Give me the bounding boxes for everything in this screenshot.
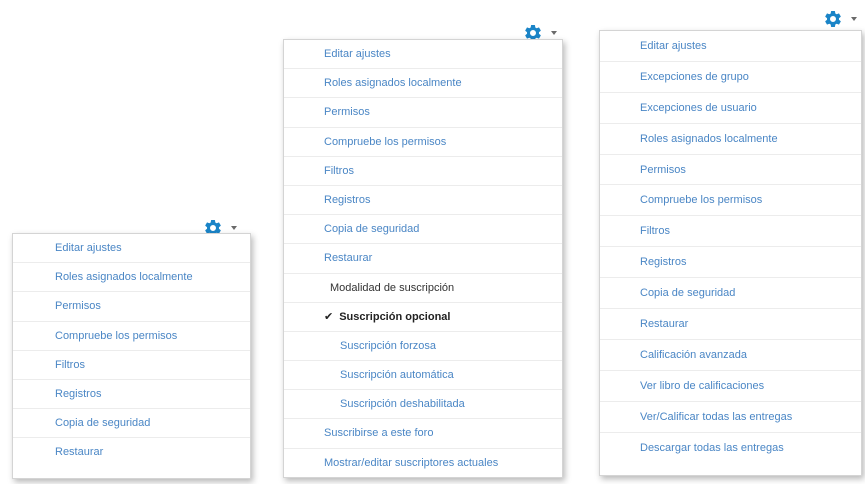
menu-item-restore[interactable]: Restaurar bbox=[284, 244, 562, 274]
gear-icon bbox=[825, 10, 841, 27]
settings-gear-toggle-right[interactable] bbox=[823, 9, 857, 29]
menu-item-backup[interactable]: Copia de seguridad bbox=[600, 278, 861, 310]
menu-item-check-permissions[interactable]: Compruebe los permisos bbox=[13, 322, 250, 351]
menu-item-subscription-forced[interactable]: Suscripción forzosa bbox=[284, 332, 562, 362]
menu-item-local-roles[interactable]: Roles asignados localmente bbox=[600, 124, 861, 155]
caret-down-icon bbox=[851, 17, 857, 21]
menu-item-filters[interactable]: Filtros bbox=[284, 157, 562, 186]
menu-item-edit-settings[interactable]: Editar ajustes bbox=[600, 31, 861, 62]
menu-item-check-permissions[interactable]: Compruebe los permisos bbox=[600, 185, 861, 217]
menu-item-subscribe-forum[interactable]: Suscribirse a este foro bbox=[284, 419, 562, 449]
menu-item-edit-settings[interactable]: Editar ajustes bbox=[13, 234, 250, 264]
menu-item-edit-settings[interactable]: Editar ajustes bbox=[284, 40, 562, 70]
menu-item-download-all-submissions[interactable]: Descargar todas las entregas bbox=[600, 433, 861, 464]
menu-item-logs[interactable]: Registros bbox=[284, 186, 562, 216]
settings-menu-right: Editar ajustes Excepciones de grupo Exce… bbox=[599, 30, 862, 476]
menu-item-subscription-optional[interactable]: ✔ Suscripción opcional bbox=[284, 303, 562, 332]
menu-item-group-overrides[interactable]: Excepciones de grupo bbox=[600, 62, 861, 93]
menu-item-local-roles[interactable]: Roles asignados localmente bbox=[284, 69, 562, 99]
caret-down-icon bbox=[231, 226, 237, 230]
menu-item-subscription-auto[interactable]: Suscripción automática bbox=[284, 361, 562, 391]
menu-item-restore[interactable]: Restaurar bbox=[600, 309, 861, 340]
menu-item-backup[interactable]: Copia de seguridad bbox=[13, 409, 250, 439]
caret-down-icon bbox=[551, 31, 557, 35]
checkmark-icon: ✔ bbox=[324, 310, 334, 323]
menu-item-subscription-disabled[interactable]: Suscripción deshabilitada bbox=[284, 390, 562, 420]
menu-item-local-roles[interactable]: Roles asignados localmente bbox=[13, 263, 250, 293]
menu-item-logs[interactable]: Registros bbox=[13, 380, 250, 410]
menu-item-show-subscribers[interactable]: Mostrar/editar suscriptores actuales bbox=[284, 449, 562, 478]
menu-item-logs[interactable]: Registros bbox=[600, 247, 861, 279]
menu-item-permissions[interactable]: Permisos bbox=[13, 292, 250, 322]
menu-item-filters[interactable]: Filtros bbox=[600, 216, 861, 248]
menu-item-grade-all-submissions[interactable]: Ver/Calificar todas las entregas bbox=[600, 402, 861, 433]
subscription-mode-heading: Modalidad de suscripción bbox=[284, 274, 562, 303]
menu-item-permissions[interactable]: Permisos bbox=[284, 98, 562, 128]
menu-item-backup[interactable]: Copia de seguridad bbox=[284, 215, 562, 245]
menu-item-advanced-grading[interactable]: Calificación avanzada bbox=[600, 340, 861, 371]
settings-menu-left: Editar ajustes Roles asignados localment… bbox=[12, 233, 251, 479]
menu-item-user-overrides[interactable]: Excepciones de usuario bbox=[600, 93, 861, 124]
settings-menu-middle: Editar ajustes Roles asignados localment… bbox=[283, 39, 563, 478]
menu-item-filters[interactable]: Filtros bbox=[13, 351, 250, 380]
menu-item-check-permissions[interactable]: Compruebe los permisos bbox=[284, 128, 562, 157]
menu-item-view-gradebook[interactable]: Ver libro de calificaciones bbox=[600, 371, 861, 402]
menu-item-permissions[interactable]: Permisos bbox=[600, 155, 861, 186]
menu-item-restore[interactable]: Restaurar bbox=[13, 438, 250, 467]
menu-item-label: Suscripción opcional bbox=[339, 310, 451, 323]
